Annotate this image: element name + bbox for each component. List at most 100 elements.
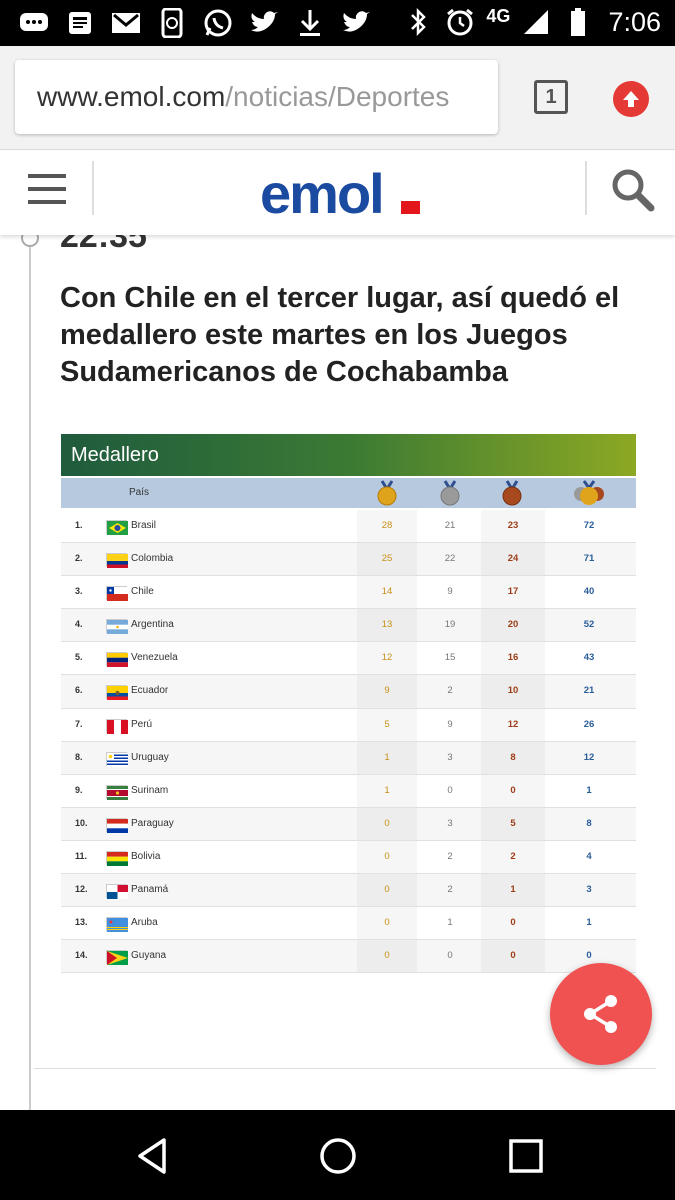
silver-count: 19 <box>444 619 456 631</box>
table-row: 14. Guyana 0 0 0 0 <box>61 940 636 974</box>
table-row: 6. Ecuador 9 2 10 21 <box>61 675 636 709</box>
rank: 6. <box>75 685 83 696</box>
table-row: 11. Bolivia 0 2 2 4 <box>61 841 636 875</box>
silver-count: 1 <box>447 917 453 929</box>
column-header: País <box>61 478 636 508</box>
silver-count: 3 <box>447 751 453 763</box>
emol-logo[interactable]: emol <box>260 161 385 226</box>
country-name: Colombia <box>131 553 174 565</box>
silver-count: 2 <box>447 685 453 697</box>
gold-medal-icon <box>377 480 397 506</box>
share-button[interactable] <box>550 963 652 1065</box>
article-title[interactable]: Con Chile en el tercer lugar, así quedó … <box>60 280 650 391</box>
gold-count: 0 <box>384 850 390 862</box>
rank: 4. <box>75 619 83 630</box>
bronze-count: 20 <box>507 619 519 631</box>
rank: 14. <box>75 950 88 961</box>
total-count: 40 <box>583 586 595 598</box>
site-header: emol <box>0 151 675 235</box>
total-count: 72 <box>583 520 595 531</box>
bronze-count: 12 <box>507 718 519 730</box>
bronze-count: 10 <box>507 685 519 697</box>
country-name: Venezuela <box>131 652 178 664</box>
silver-count: 2 <box>447 884 453 896</box>
whatsapp-icon <box>202 7 234 39</box>
country-name: Argentina <box>131 619 174 631</box>
signal-icon <box>520 6 552 38</box>
silver-count: 2 <box>447 850 453 862</box>
table-row: 8. Uruguay 1 3 8 12 <box>61 741 636 775</box>
medal-table: Medallero País 1. Brasil 28 21 23 72 2. Colombi… <box>61 434 636 974</box>
total-count: 3 <box>586 884 592 896</box>
gmail-icon <box>110 7 142 39</box>
bronze-medal-icon <box>502 480 522 506</box>
flag-icon <box>106 817 128 833</box>
bronze-count: 17 <box>507 586 519 598</box>
table-row: 10. Paraguay 0 3 5 8 <box>61 807 636 841</box>
update-button[interactable] <box>613 81 649 117</box>
gold-count: 0 <box>384 884 390 896</box>
recents-icon[interactable] <box>506 1136 546 1176</box>
alarm-icon <box>444 6 476 38</box>
search-button[interactable] <box>608 165 656 213</box>
total-count: 21 <box>583 685 595 697</box>
silver-count: 15 <box>444 652 456 664</box>
divider <box>585 161 587 215</box>
silver-count: 9 <box>447 718 453 730</box>
twitter-icon <box>248 7 280 39</box>
gold-count: 0 <box>384 817 390 829</box>
bronze-count: 0 <box>510 917 516 929</box>
flag-icon <box>106 685 128 701</box>
table-row: 4. Argentina 13 19 20 52 <box>61 609 636 643</box>
rank: 12. <box>75 884 88 895</box>
country-name: Brasil <box>131 520 157 531</box>
rank: 13. <box>75 917 88 928</box>
bronze-count: 23 <box>507 520 519 531</box>
table-row: 12. Panamá 0 2 1 3 <box>61 874 636 908</box>
total-count: 1 <box>586 917 592 929</box>
country-name: Paraguay <box>131 817 174 829</box>
silver-count: 9 <box>447 586 453 598</box>
silver-count: 3 <box>447 817 453 829</box>
gold-count: 14 <box>381 586 393 598</box>
divider <box>34 1068 656 1069</box>
gold-count: 13 <box>381 619 393 631</box>
browser-toolbar: www.emol.com/noticias/Deportes 1 <box>0 46 675 150</box>
flag-icon <box>106 751 128 767</box>
gold-count: 5 <box>384 718 390 730</box>
bronze-count: 0 <box>510 950 516 962</box>
search-icon <box>612 169 655 212</box>
share-icon <box>584 995 617 1033</box>
silver-medal-icon <box>440 480 460 506</box>
home-icon[interactable] <box>318 1136 358 1176</box>
table-row: 1. Brasil 28 21 23 72 <box>61 510 636 544</box>
gold-count: 25 <box>381 553 393 565</box>
bronze-count: 5 <box>510 817 516 829</box>
flag-icon <box>106 553 128 569</box>
rank: 9. <box>75 784 83 795</box>
menu-button[interactable] <box>28 171 68 211</box>
tab-switcher-button[interactable]: 1 <box>534 80 568 114</box>
rank: 11. <box>75 850 88 861</box>
bronze-count: 16 <box>507 652 519 664</box>
logo-dot <box>401 201 420 214</box>
total-count: 0 <box>586 950 592 962</box>
country-name: Ecuador <box>131 685 169 697</box>
rank: 10. <box>75 817 88 828</box>
bronze-count: 2 <box>510 850 516 862</box>
table-row: 9. Surinam 1 0 0 1 <box>61 775 636 808</box>
twitter-icon <box>340 7 372 39</box>
news-icon <box>64 7 96 39</box>
messages-icon <box>18 7 50 39</box>
country-name: Surinam <box>131 784 169 796</box>
url-field[interactable]: www.emol.com/noticias/Deportes <box>15 60 498 134</box>
flag-icon <box>106 652 128 668</box>
total-count: 4 <box>586 850 592 862</box>
medal-table-header: Medallero <box>61 434 636 476</box>
rank: 2. <box>75 553 83 564</box>
notification-icons <box>18 7 372 39</box>
silver-count: 0 <box>447 784 453 796</box>
back-icon[interactable] <box>132 1136 172 1176</box>
silver-count: 0 <box>447 950 453 962</box>
country-name: Chile <box>131 586 154 598</box>
